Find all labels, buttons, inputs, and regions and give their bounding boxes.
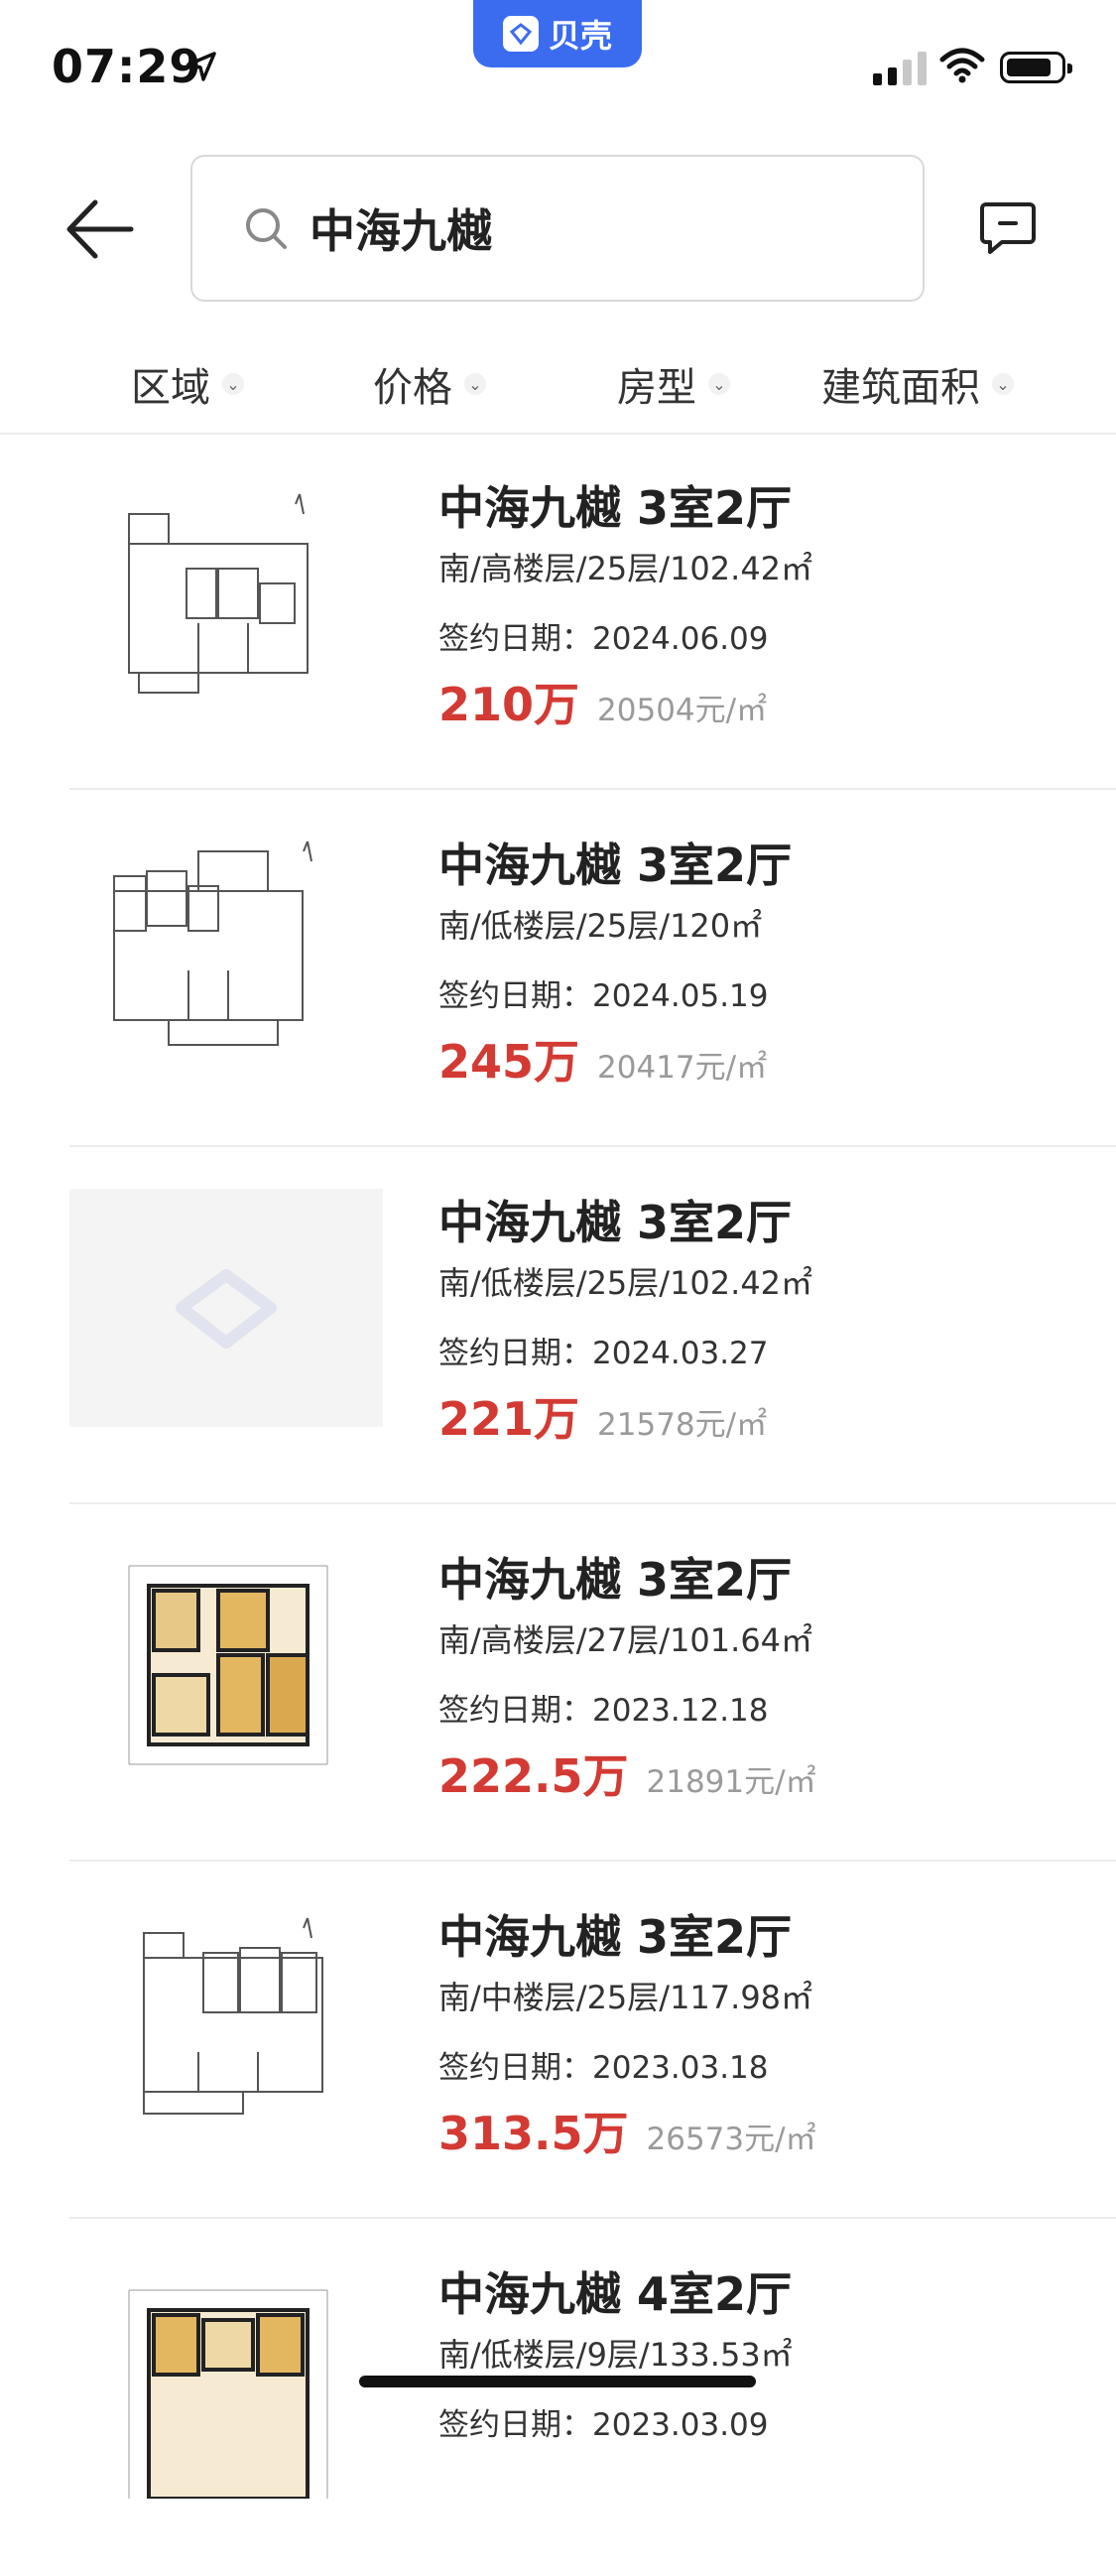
back-arrow-icon[interactable] — [62, 194, 141, 264]
floorplan-image — [128, 2289, 328, 2499]
app-return-badge[interactable]: 贝壳 — [473, 0, 642, 67]
filter-area[interactable]: 建筑面积 ⌄ — [821, 355, 1014, 413]
listing-date: 签约日期：2023.03.09 — [438, 2407, 769, 2443]
floorplan-image — [143, 1917, 323, 2115]
unit-price: 20417元/㎡ — [597, 1050, 768, 1086]
filter-bar: 区域 ⌄ 价格 ⌄ 房型 ⌄ 建筑面积 ⌄ — [0, 337, 1116, 435]
price-block: 210万 20504元/㎡ — [438, 669, 767, 734]
beike-logo-icon — [502, 16, 539, 52]
filter-label: 区域 — [131, 365, 210, 411]
listing-info: 南/低楼层/9层/133.53㎡ — [438, 2336, 793, 2374]
floorplan-image — [128, 1565, 328, 1765]
list-item[interactable]: 中海九樾 3室2厅 南/高楼层/25层/102.42㎡ 签约日期：2024.06… — [69, 435, 1116, 790]
chevron-down-icon: ⌄ — [464, 373, 486, 395]
total-price: 221万 — [438, 1392, 580, 1446]
listing-title: 中海九樾 4室2厅 — [438, 2267, 793, 2321]
search-query: 中海九樾 — [310, 204, 492, 258]
floorplan-image — [128, 493, 309, 694]
battery-icon — [1000, 52, 1072, 83]
home-indicator[interactable] — [359, 2376, 756, 2387]
app-badge-label: 贝壳 — [548, 17, 612, 55]
listing-info: 南/低楼层/25层/120㎡ — [438, 907, 763, 945]
listing-info: 南/高楼层/25层/102.42㎡ — [438, 550, 813, 587]
listing-title: 中海九樾 3室2厅 — [438, 1910, 793, 1964]
list-item[interactable]: 中海九樾 3室2厅 南/高楼层/27层/101.64㎡ 签约日期：2023.12… — [69, 1506, 1116, 1862]
clock: 07:29 — [52, 40, 202, 93]
listing-info: 南/高楼层/27层/101.64㎡ — [438, 1621, 813, 1659]
search-icon — [246, 208, 287, 249]
filter-label: 价格 — [373, 365, 452, 411]
list-item[interactable]: 中海九樾 3室2厅 南/低楼层/25层/120㎡ 签约日期：2024.05.19… — [69, 792, 1116, 1147]
status-bar: 07:29 贝壳 — [0, 0, 1116, 129]
unit-price: 26573元/㎡ — [646, 2122, 816, 2157]
list-item[interactable]: 中海九樾 4室2厅 南/低楼层/9层/133.53㎡ 签约日期：2023.03.… — [69, 2221, 1116, 2576]
listing-date: 签约日期：2023.12.18 — [438, 1693, 769, 1729]
location-arrow-icon — [186, 52, 216, 81]
unit-price: 21891元/㎡ — [646, 1764, 816, 1800]
listing-info: 南/中楼层/25层/117.98㎡ — [438, 1979, 813, 2016]
chevron-down-icon: ⌄ — [992, 373, 1014, 395]
listing-date: 签约日期：2023.03.18 — [438, 2050, 769, 2086]
filter-label: 房型 — [617, 365, 696, 411]
message-icon[interactable] — [978, 198, 1038, 258]
total-price: 245万 — [438, 1035, 580, 1089]
search-input[interactable]: 中海九樾 — [190, 155, 925, 302]
image-placeholder — [69, 1189, 383, 1427]
listing-info: 南/低楼层/25层/102.42㎡ — [438, 1264, 813, 1302]
chevron-down-icon: ⌄ — [222, 373, 244, 395]
floorplan-image — [113, 840, 312, 1046]
price-block: 221万 21578元/㎡ — [438, 1383, 767, 1449]
total-price: 210万 — [438, 678, 580, 731]
total-price: 313.5万 — [438, 2107, 629, 2160]
filter-layout[interactable]: 房型 ⌄ — [617, 355, 730, 413]
chevron-down-icon: ⌄ — [708, 373, 730, 395]
listing-date: 签约日期：2024.06.09 — [438, 621, 769, 657]
filter-label: 建筑面积 — [821, 365, 980, 411]
listing-title: 中海九樾 3室2厅 — [438, 1553, 793, 1607]
price-block: 222.5万 21891元/㎡ — [438, 1740, 816, 1806]
listing-date: 签约日期：2024.03.27 — [438, 1336, 769, 1371]
listing-title: 中海九樾 3室2厅 — [438, 1196, 793, 1249]
price-block: 245万 20417元/㎡ — [438, 1026, 767, 1092]
price-block: 313.5万 26573元/㎡ — [438, 2098, 816, 2163]
list-item[interactable]: 中海九樾 3室2厅 南/中楼层/25层/117.98㎡ 签约日期：2023.03… — [69, 1864, 1116, 2219]
listing-date: 签约日期：2024.05.19 — [438, 978, 769, 1014]
listing-title: 中海九樾 3室2厅 — [438, 481, 793, 535]
unit-price: 21578元/㎡ — [597, 1407, 768, 1443]
unit-price: 20504元/㎡ — [597, 693, 768, 728]
cellular-signal-icon — [873, 50, 927, 85]
beike-logo-icon — [176, 1269, 277, 1349]
wifi-icon — [939, 48, 985, 83]
listing-title: 中海九樾 3室2厅 — [438, 838, 793, 892]
total-price: 222.5万 — [438, 1749, 629, 1803]
filter-price[interactable]: 价格 ⌄ — [373, 355, 486, 413]
filter-region[interactable]: 区域 ⌄ — [131, 355, 244, 413]
list-item[interactable]: 中海九樾 3室2厅 南/低楼层/25层/102.42㎡ 签约日期：2024.03… — [69, 1149, 1116, 1504]
